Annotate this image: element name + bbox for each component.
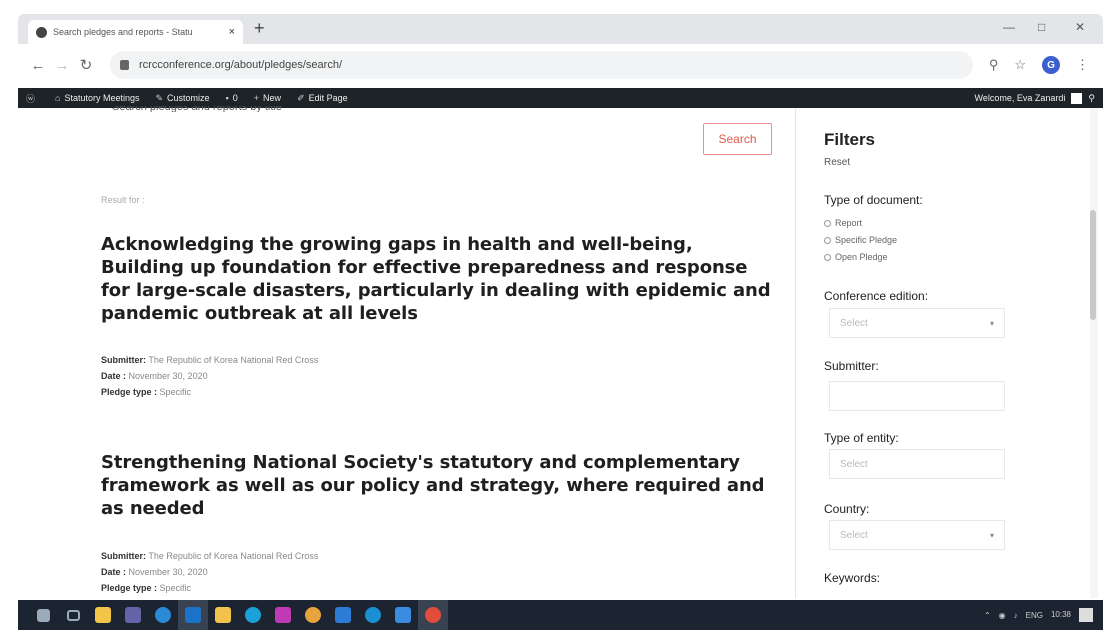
wp-logo-icon[interactable]: ⓦ: [26, 92, 39, 105]
radio-open-pledge[interactable]: Open Pledge: [824, 252, 888, 262]
dashboard-icon: ⌂: [55, 93, 61, 103]
sidebar-divider: [795, 108, 796, 598]
search-button[interactable]: Search: [703, 123, 772, 155]
result-title-link[interactable]: Acknowledging the growing gaps in health…: [101, 233, 781, 325]
close-tab-icon[interactable]: ×: [229, 26, 235, 38]
globe-icon: [36, 26, 47, 38]
type-of-document-label: Type of document:: [824, 193, 923, 207]
edge-dev-icon[interactable]: [358, 600, 388, 630]
wp-admin-bar: ⓦ ⌂ Statutory Meetings ✎ Customize ▪ 0 + New…: [18, 88, 1103, 108]
tab-strip: Search pledges and reports - Statu × + —…: [18, 14, 1103, 44]
screen: Search pledges and reports - Statu × + —…: [0, 0, 1109, 636]
result-for-label: Result for :: [101, 195, 145, 205]
conference-edition-label: Conference edition:: [824, 289, 929, 303]
chevron-down-icon: ▾: [989, 530, 994, 540]
country-select[interactable]: Select ▾: [829, 520, 1005, 550]
result-date: Date : November 30, 2020: [101, 567, 208, 577]
radio-specific-pledge[interactable]: Specific Pledge: [824, 235, 897, 245]
plus-icon: +: [253, 93, 260, 103]
filters-title: Filters: [824, 130, 876, 149]
windows-taskbar: ⌃ ◉ ♪ ENG 10:38: [18, 600, 1103, 630]
notification-icon[interactable]: [1079, 608, 1093, 622]
radio-report[interactable]: Report: [824, 218, 862, 228]
maximize-button[interactable]: □: [1038, 20, 1045, 34]
edge-legacy-icon[interactable]: [148, 600, 178, 630]
reset-link[interactable]: Reset: [824, 157, 850, 168]
admin-item-new[interactable]: + New: [254, 93, 281, 103]
forward-icon[interactable]: →: [50, 57, 74, 74]
new-tab-button[interactable]: +: [254, 19, 265, 37]
result-item: Acknowledging the growing gaps in health…: [101, 233, 781, 400]
result-item: Strengthening National Society's statuto…: [101, 451, 781, 596]
browser-toolbar: ← → ↻ rcrcconference.org/about/pledges/s…: [18, 44, 1103, 86]
admin-item-edit-page[interactable]: ✐ Edit Page: [297, 93, 348, 104]
comment-icon: ▪: [225, 93, 229, 103]
admin-greeting[interactable]: Welcome, Eva Zanardi: [975, 93, 1066, 103]
radio-circle[interactable]: [824, 253, 831, 261]
browser-tab[interactable]: Search pledges and reports - Statu ×: [28, 20, 243, 44]
country-label: Country:: [824, 502, 870, 516]
edge-icon[interactable]: [238, 600, 268, 630]
conference-edition-select[interactable]: Select ▾: [829, 308, 1005, 338]
admin-item-customize[interactable]: ✎ Customize: [156, 93, 210, 104]
bookmark-star-icon[interactable]: ☆: [1014, 57, 1026, 73]
start-button[interactable]: [28, 600, 58, 630]
user-avatar[interactable]: [1071, 92, 1083, 104]
pencil-icon: ✐: [297, 92, 305, 103]
file-explorer-icon[interactable]: [88, 600, 118, 630]
admin-item-statutory-meetings[interactable]: ⌂ Statutory Meetings: [55, 93, 139, 103]
result-pledge-type: Pledge type : Specific: [101, 583, 192, 593]
profile-avatar[interactable]: G: [1042, 56, 1060, 74]
scrollbar-thumb[interactable]: [1090, 210, 1096, 320]
mail-icon[interactable]: [328, 600, 358, 630]
result-submitter: Submitter: The Republic of Korea Nationa…: [101, 551, 319, 561]
back-icon[interactable]: ←: [26, 57, 50, 74]
tray-chevron-icon[interactable]: ⌃: [984, 611, 991, 620]
photos-icon[interactable]: [388, 600, 418, 630]
chrome-icon[interactable]: [298, 600, 328, 630]
result-title-link[interactable]: Strengthening National Society's statuto…: [101, 451, 781, 520]
menu-kebab-icon[interactable]: ⋮: [1076, 57, 1089, 73]
clock[interactable]: 10:38: [1051, 610, 1071, 620]
zoom-icon[interactable]: ⚲: [989, 57, 999, 73]
submitter-label: Submitter:: [824, 359, 879, 373]
type-of-entity-label: Type of entity:: [824, 431, 899, 445]
tab-title: Search pledges and reports - Statu: [53, 27, 193, 37]
result-submitter: Submitter: The Republic of Korea Nationa…: [101, 355, 319, 365]
address-bar[interactable]: rcrcconference.org/about/pledges/search/: [110, 51, 973, 79]
entity-select[interactable]: Select: [829, 449, 1005, 479]
page-heading-clipped: Search pledges and reports by title: [112, 106, 282, 112]
url-text: rcrcconference.org/about/pledges/search/: [139, 59, 343, 71]
page-scrollbar[interactable]: [1090, 108, 1098, 598]
close-window-button[interactable]: ✕: [1075, 20, 1085, 34]
minimize-button[interactable]: —: [1003, 20, 1015, 34]
store-icon[interactable]: [208, 600, 238, 630]
volume-icon[interactable]: ♪: [1014, 611, 1018, 620]
result-date: Date : November 30, 2020: [101, 371, 208, 381]
chevron-down-icon: ▾: [989, 318, 994, 328]
teams-icon[interactable]: [118, 600, 148, 630]
keywords-label: Keywords:: [824, 571, 881, 585]
network-icon[interactable]: ◉: [999, 611, 1006, 620]
lock-icon: [120, 60, 129, 70]
system-tray: ⌃ ◉ ♪ ENG 10:38: [984, 608, 1103, 622]
brush-icon: ✎: [155, 92, 164, 103]
radio-circle[interactable]: [824, 219, 831, 227]
task-view-icon[interactable]: [58, 600, 88, 630]
submitter-input[interactable]: [829, 381, 1005, 411]
chrome-active-icon[interactable]: [418, 600, 448, 630]
radio-circle[interactable]: [824, 236, 831, 244]
admin-search-icon[interactable]: ⚲: [1088, 93, 1095, 104]
language-indicator[interactable]: ENG: [1026, 611, 1043, 620]
reload-icon[interactable]: ↻: [74, 56, 98, 74]
result-pledge-type: Pledge type : Specific: [101, 387, 192, 397]
onenote-icon[interactable]: [268, 600, 298, 630]
outlook-icon[interactable]: [178, 600, 208, 630]
admin-item-comments[interactable]: ▪ 0: [226, 93, 238, 103]
